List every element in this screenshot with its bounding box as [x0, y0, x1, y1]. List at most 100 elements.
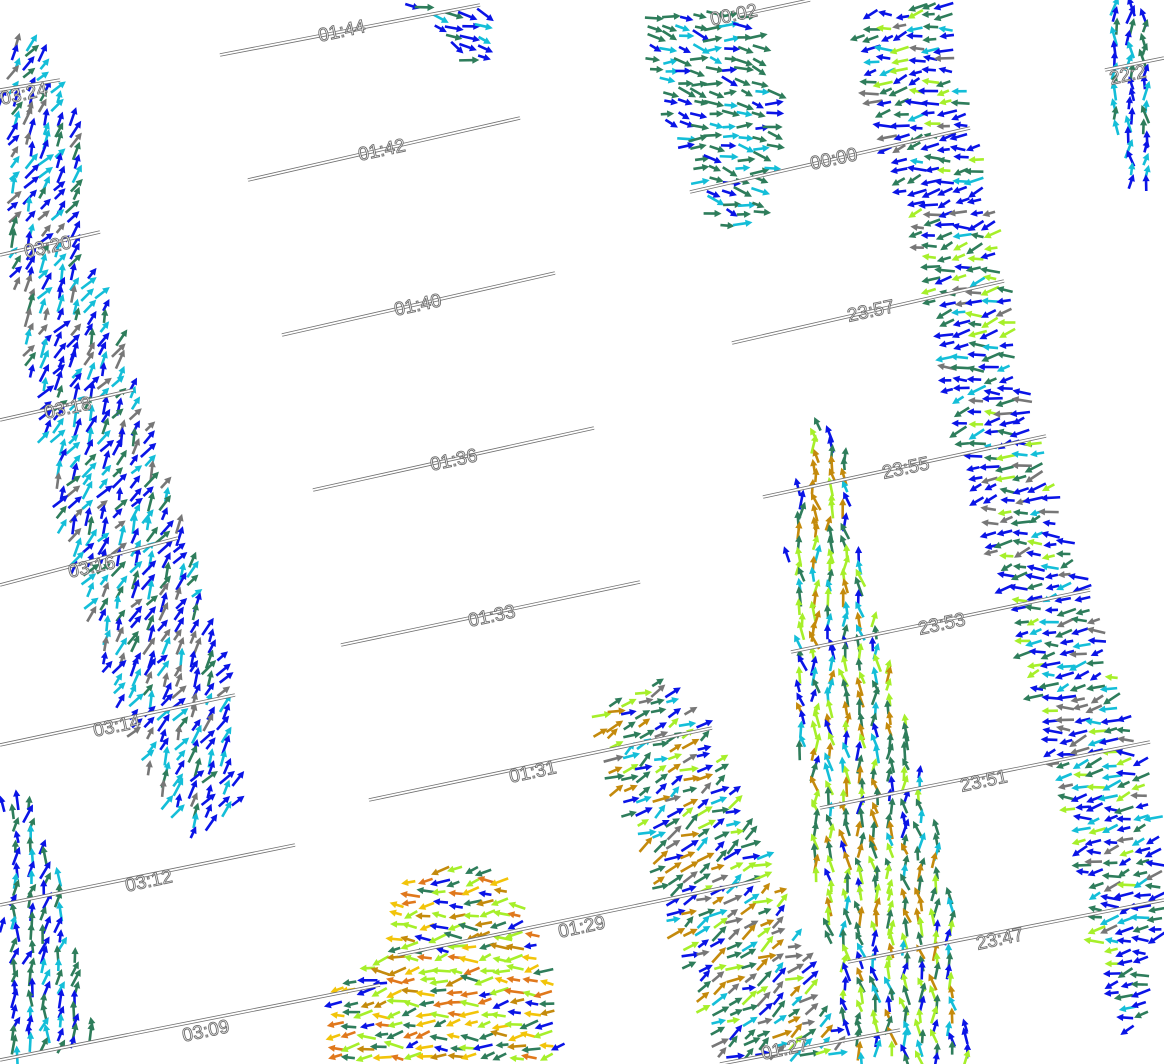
wind-arrow [1071, 824, 1092, 834]
wind-arrow [887, 84, 909, 99]
wind-arrow [157, 735, 171, 751]
wind-arrow [8, 154, 22, 170]
wind-arrow [339, 1040, 361, 1055]
wind-arrow [0, 795, 8, 813]
wind-arrow [934, 229, 953, 243]
wind-arrow [635, 689, 653, 698]
wind-arrow [539, 1000, 555, 1008]
wind-arrow [679, 32, 695, 39]
wind-arrow [727, 783, 743, 797]
wind-arrow [383, 1038, 405, 1051]
wind-arrow [980, 504, 997, 514]
wind-arrow [4, 120, 21, 141]
wind-arrow [682, 796, 700, 810]
wind-arrow [415, 3, 435, 11]
wind-arrow [1144, 882, 1161, 891]
wind-arrow [666, 705, 683, 720]
wind-arrow [696, 894, 713, 903]
wind-arrow [51, 915, 65, 934]
wind-arrow [27, 923, 35, 940]
wind-arrow [1075, 867, 1089, 876]
wind-arrow [728, 994, 745, 1008]
wind-arrow [622, 794, 640, 805]
wind-arrow [1148, 926, 1162, 934]
wind-arrow [951, 88, 966, 95]
wind-arrow [950, 353, 969, 362]
wind-arrow [53, 866, 65, 887]
wind-arrow [489, 919, 507, 931]
wind-arrow [507, 1008, 521, 1017]
wind-arrow [1104, 936, 1119, 946]
wind-arrow [967, 350, 986, 358]
wind-arrow [138, 440, 158, 459]
wind-arrow [908, 68, 923, 78]
wind-arrow [1055, 716, 1074, 724]
wind-arrow [795, 598, 803, 615]
wind-arrow [672, 55, 693, 70]
wind-arrow [402, 1021, 416, 1029]
wind-arrow [953, 384, 970, 392]
wind-arrow [884, 841, 897, 859]
wind-vector-map: 01:4400:0222:201:42 00:0003:2403:2001:40 2… [0, 0, 1164, 1064]
wind-arrow [446, 988, 463, 997]
wind-arrow [965, 464, 980, 474]
wind-arrow [1068, 682, 1086, 695]
wind-arrow [920, 186, 941, 201]
wind-arrow [889, 165, 907, 175]
wind-arrow [841, 447, 850, 462]
wind-arrow [1059, 805, 1076, 814]
wind-arrow [1072, 640, 1091, 650]
track-time-label: 03:18 [42, 393, 93, 423]
wind-arrow [696, 948, 711, 958]
wind-arrow [449, 39, 466, 56]
wind-arrow [1040, 736, 1057, 744]
wind-arrow [1026, 537, 1043, 547]
wind-arrow [951, 420, 967, 427]
wind-arrow [129, 596, 145, 610]
wind-arrow [930, 818, 942, 837]
wind-arrow [983, 454, 997, 463]
wind-arrow [966, 218, 986, 234]
wind-arrow [1025, 667, 1041, 681]
wind-arrow [1083, 936, 1105, 947]
wind-arrow [113, 518, 128, 531]
wind-arrow [430, 909, 446, 920]
wind-arrow [356, 1031, 377, 1042]
wind-arrow [917, 808, 926, 823]
wind-arrow [679, 837, 700, 854]
track-time-label: 03:09 [180, 1016, 231, 1046]
wind-arrow [983, 244, 997, 253]
wind-arrow [10, 816, 22, 833]
wind-arrow [741, 1014, 760, 1029]
wind-arrow [892, 187, 907, 196]
wind-arrow [646, 23, 664, 35]
wind-arrow [933, 46, 954, 56]
wind-arrow [949, 364, 969, 372]
wind-arrow [128, 473, 144, 490]
wind-arrow [696, 936, 711, 950]
wind-arrow [637, 835, 655, 855]
wind-arrow [446, 1031, 461, 1041]
wind-arrow [681, 830, 700, 839]
wind-arrow [950, 326, 971, 340]
wind-arrow [692, 41, 712, 57]
wind-arrow [1070, 843, 1089, 859]
wind-arrow [129, 437, 142, 456]
wind-arrow [1131, 923, 1149, 935]
wind-arrow [737, 210, 752, 218]
wind-arrow [1041, 670, 1055, 679]
wind-arrow [889, 122, 910, 130]
wind-arrow [714, 761, 731, 775]
wind-arrow [999, 552, 1014, 560]
wind-arrow [431, 888, 446, 897]
wind-arrow [797, 709, 808, 725]
wind-arrow [1118, 847, 1134, 859]
wind-arrow [1116, 835, 1134, 845]
wind-arrow [689, 110, 708, 121]
wind-arrow [766, 109, 784, 117]
wind-arrow [951, 184, 968, 196]
wind-arrow [737, 155, 756, 164]
wind-arrow [677, 109, 692, 122]
wind-arrow [1103, 970, 1121, 978]
wind-arrow [1029, 449, 1044, 458]
